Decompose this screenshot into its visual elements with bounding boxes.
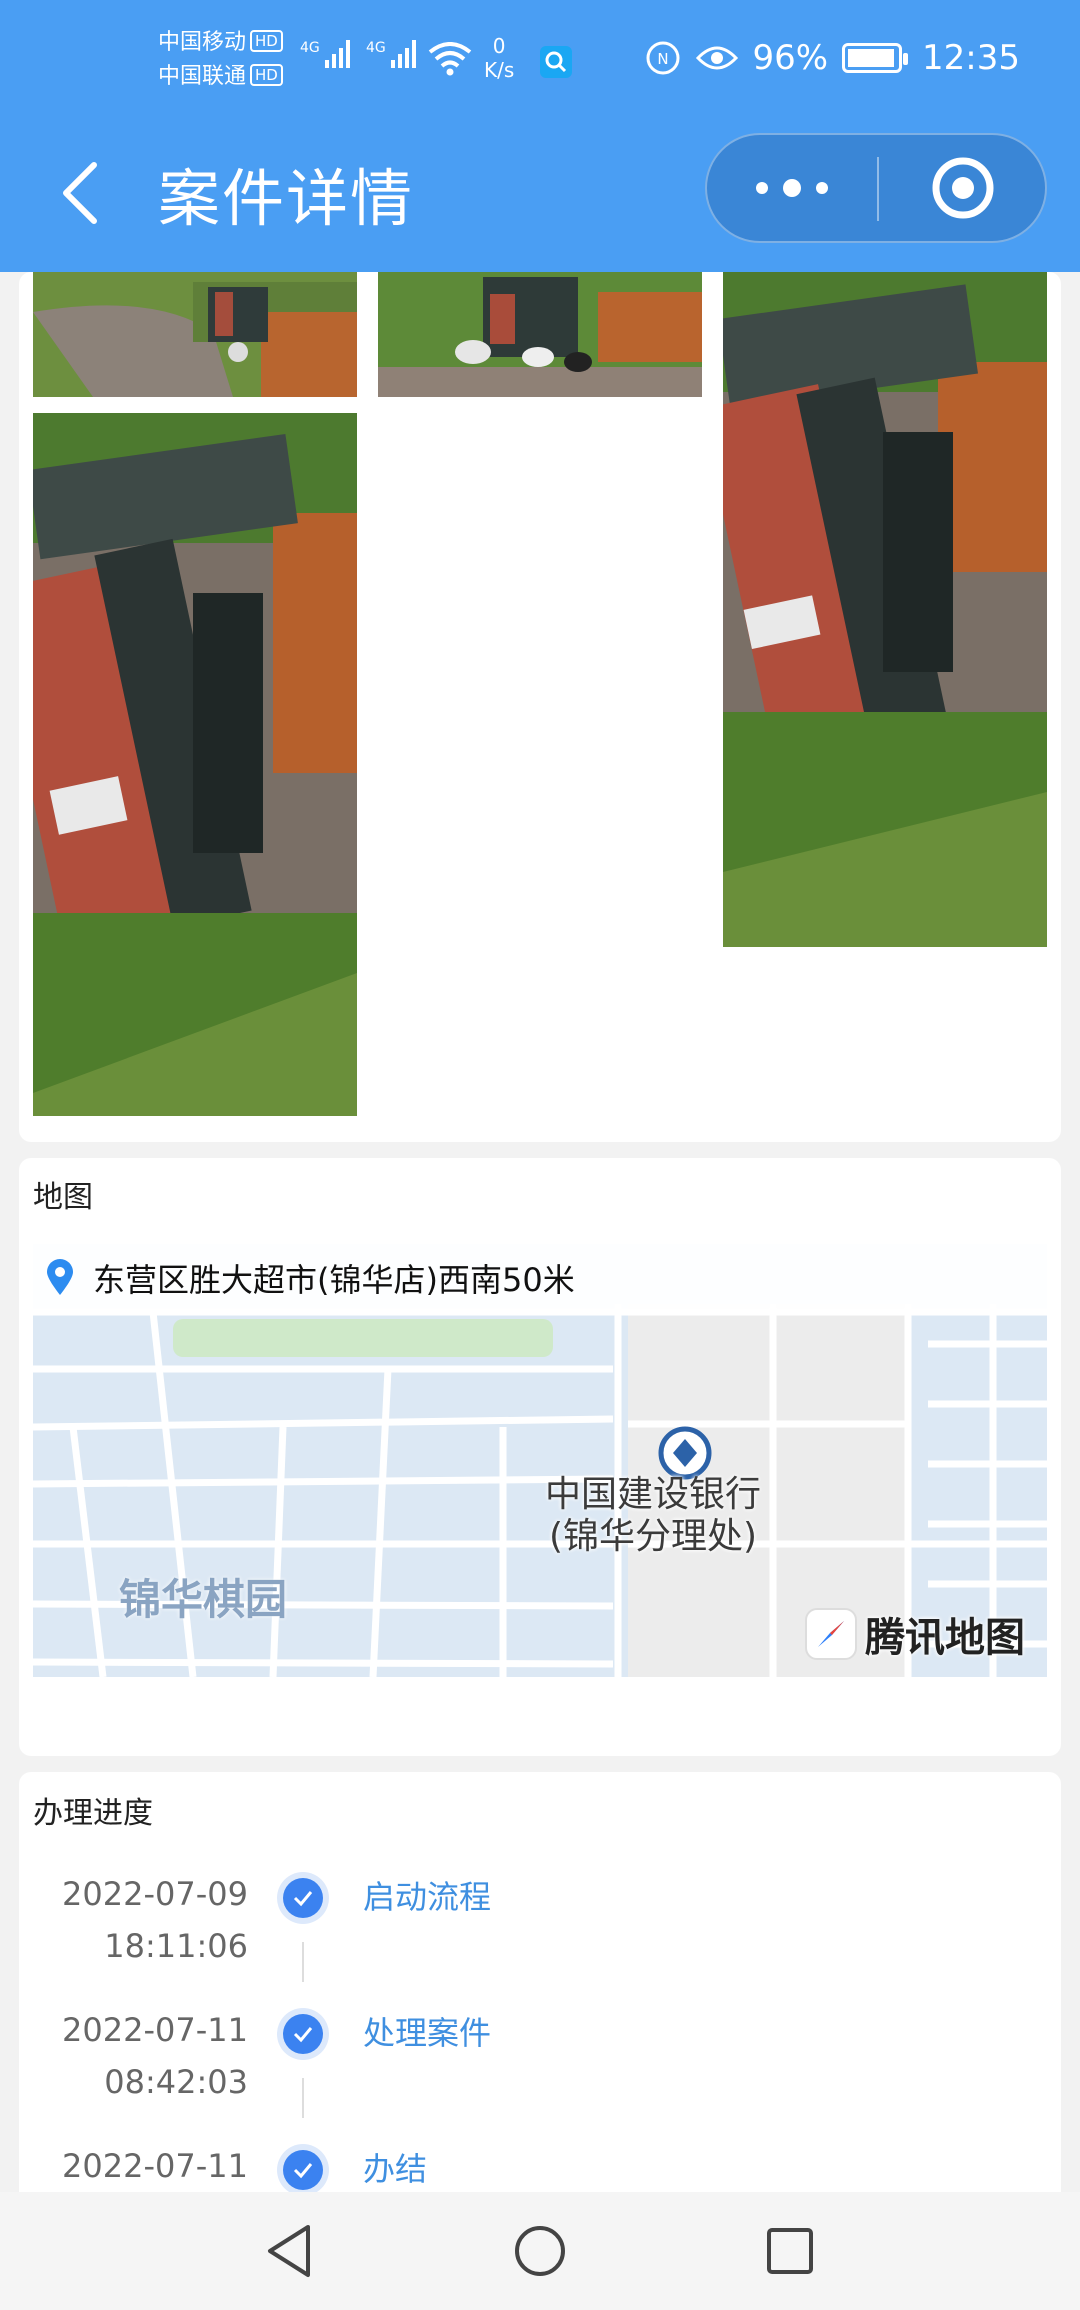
map-address-text: 东营区胜大超市(锦华店)西南50米 bbox=[93, 1261, 575, 1299]
step-datetime: 2022-07-11 bbox=[62, 2147, 248, 2185]
photo-1[interactable] bbox=[33, 272, 357, 397]
triangle-back-icon bbox=[268, 2225, 310, 2277]
battery-icon bbox=[842, 43, 909, 73]
more-button[interactable] bbox=[707, 135, 877, 241]
svg-text:N: N bbox=[658, 50, 669, 68]
square-recents-icon bbox=[767, 2228, 813, 2274]
battery-percent: 96% bbox=[752, 38, 829, 78]
close-button[interactable] bbox=[879, 135, 1047, 241]
step-label: 处理案件 bbox=[363, 2014, 492, 2052]
timeline-step: 2022-07-11 08:42:03 处理案件 bbox=[19, 2004, 1061, 2140]
carrier-1: 中国移动 bbox=[158, 30, 247, 55]
carrier-info: 中国移动 HD 中国联通 HD bbox=[158, 26, 283, 94]
step-label: 启动流程 bbox=[363, 1878, 492, 1916]
map-provider-logo: 腾讯地图 bbox=[805, 1605, 1025, 1663]
title-bar: 案件详情 bbox=[0, 125, 1080, 272]
map-area-label: 锦华棋园 bbox=[119, 1575, 288, 1624]
circle-home-icon bbox=[515, 2226, 565, 2276]
back-button[interactable] bbox=[48, 153, 118, 233]
hd-badge: HD bbox=[250, 64, 283, 86]
step-datetime: 2022-07-09 18:11:06 bbox=[62, 1875, 248, 1965]
timeline-connector bbox=[302, 1942, 304, 1982]
check-circle-icon bbox=[277, 1872, 329, 1924]
status-bar: 中国移动 HD 中国联通 HD 4G 4G 0 K/s N 96% 12:35 bbox=[0, 0, 1080, 125]
mini-program-capsule bbox=[705, 133, 1047, 243]
timeline-step: 2022-07-09 18:11:06 启动流程 bbox=[19, 1868, 1061, 2004]
location-pin-icon bbox=[47, 1259, 73, 1295]
nfc-icon: N bbox=[646, 41, 680, 75]
search-app-icon bbox=[540, 46, 572, 78]
eye-comfort-icon bbox=[696, 46, 739, 70]
map-card: 地图 东营区胜大超市(锦华店)西南50米 中国建设银行 (锦华分理处) 锦华棋园… bbox=[19, 1158, 1061, 1756]
progress-card: 办理进度 2022-07-09 18:11:06 启动流程 2022-07-11… bbox=[19, 1772, 1061, 2232]
nav-back-button[interactable] bbox=[260, 2221, 320, 2281]
location-map[interactable]: 东营区胜大超市(锦华店)西南50米 中国建设银行 (锦华分理处) 锦华棋园 腾讯… bbox=[33, 1244, 1047, 1677]
step-label: 办结 bbox=[363, 2150, 428, 2188]
compass-icon bbox=[805, 1608, 857, 1660]
progress-section-title: 办理进度 bbox=[33, 1796, 153, 1831]
nav-home-button[interactable] bbox=[510, 2221, 570, 2281]
system-nav-bar bbox=[0, 2192, 1080, 2310]
photos-card bbox=[19, 272, 1061, 1142]
clock: 12:35 bbox=[922, 38, 1020, 78]
photo-3[interactable] bbox=[723, 272, 1047, 947]
map-poi-label: 中国建设银行 (锦华分理处) bbox=[544, 1474, 761, 1557]
hd-badge: HD bbox=[250, 30, 283, 52]
signal-1-icon: 4G bbox=[300, 40, 350, 68]
step-datetime: 2022-07-11 08:42:03 bbox=[62, 2011, 248, 2101]
status-right: N 96% 12:35 bbox=[644, 38, 1020, 78]
map-section-title: 地图 bbox=[33, 1180, 93, 1215]
signal-2-icon: 4G bbox=[366, 40, 416, 68]
network-speed: 0 K/s bbox=[484, 34, 515, 82]
timeline-connector bbox=[302, 2078, 304, 2118]
wifi-icon bbox=[428, 42, 472, 80]
page-title: 案件详情 bbox=[158, 162, 415, 235]
photo-4[interactable] bbox=[33, 413, 357, 1116]
app-screen: 中国移动 HD 中国联通 HD 4G 4G 0 K/s N 96% 12:35 … bbox=[0, 0, 1080, 2310]
photo-2[interactable] bbox=[378, 272, 702, 397]
nav-recents-button[interactable] bbox=[760, 2221, 820, 2281]
check-circle-icon bbox=[277, 2008, 329, 2060]
more-dots-icon bbox=[756, 179, 828, 197]
chevron-left-icon bbox=[63, 162, 97, 224]
map-address-bar: 东营区胜大超市(锦华店)西南50米 bbox=[33, 1244, 1047, 1312]
carrier-2: 中国联通 bbox=[158, 64, 247, 89]
target-close-icon bbox=[932, 157, 994, 219]
check-circle-icon bbox=[277, 2144, 329, 2196]
